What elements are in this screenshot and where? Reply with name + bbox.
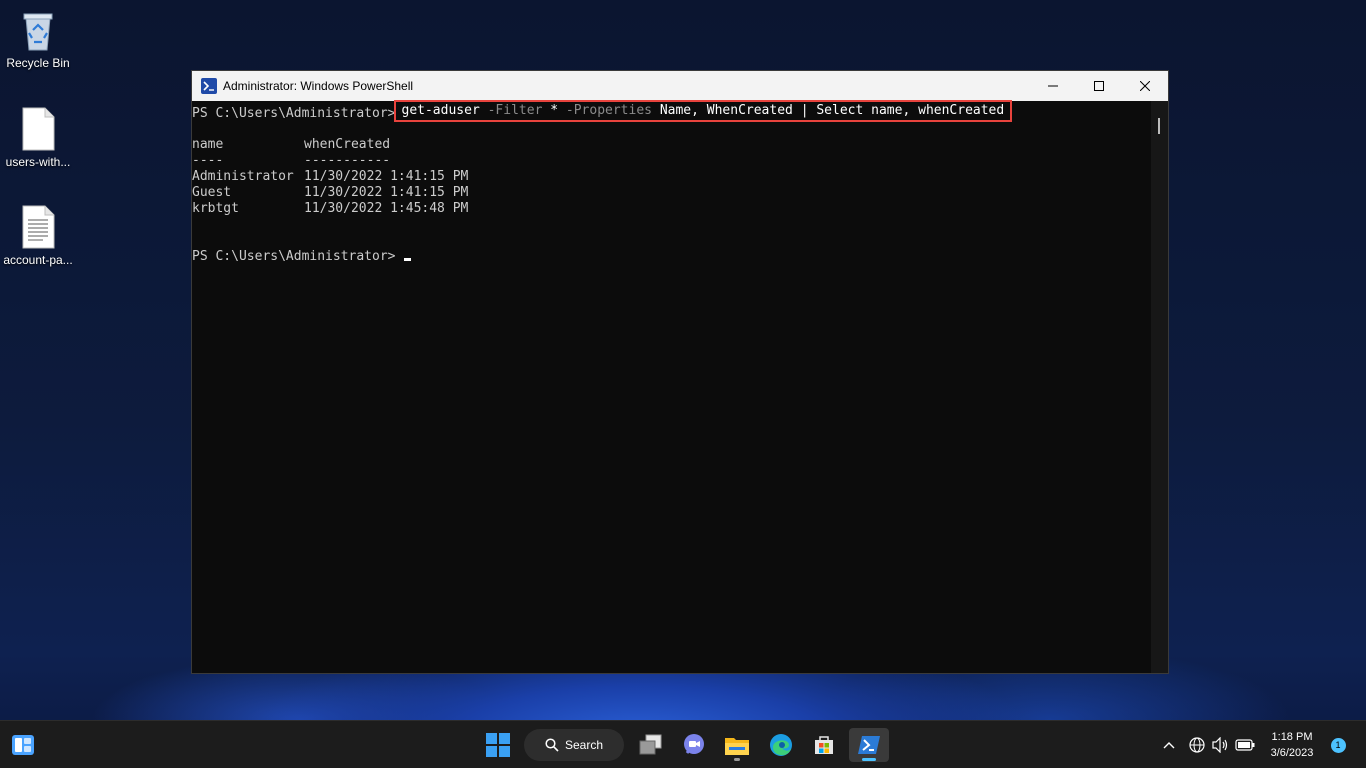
desktop-icon-label: account-pa... — [3, 253, 73, 267]
edge-button[interactable] — [763, 728, 799, 762]
cell-name: krbtgt — [192, 201, 239, 216]
battery-button[interactable] — [1234, 728, 1256, 762]
pipe: | — [800, 103, 809, 118]
desktop-icon-account-file[interactable]: account-pa... — [0, 205, 76, 267]
edge-icon — [770, 734, 792, 756]
console-output[interactable]: PS C:\Users\Administrator> get-aduser -Fi… — [192, 100, 1151, 673]
notification-badge: 1 — [1330, 737, 1346, 753]
desktop-icon-recycle-bin[interactable]: Recycle Bin — [0, 10, 76, 70]
recycle-bin-icon — [20, 10, 56, 52]
maximize-icon — [1094, 81, 1104, 91]
store-icon — [815, 736, 833, 754]
start-icon — [486, 733, 510, 757]
separator-name: ---- — [192, 153, 224, 168]
close-button[interactable] — [1122, 71, 1168, 101]
chevron-up-icon — [1163, 742, 1175, 749]
task-view-button[interactable] — [632, 728, 668, 762]
blank-file-icon — [21, 107, 55, 151]
globe-icon — [1189, 737, 1205, 753]
file-explorer-button[interactable] — [719, 728, 755, 762]
cell-whencreated: 11/30/2022 1:41:15 PM — [304, 169, 469, 184]
window-title: Administrator: Windows PowerShell — [223, 79, 414, 93]
table-row: krbtgt 11/30/2022 1:45:48 PM — [192, 201, 1151, 217]
vertical-scrollbar[interactable] — [1151, 101, 1168, 673]
select-args: name, whenCreated — [871, 103, 1005, 118]
cell-whencreated: 11/30/2022 1:41:15 PM — [304, 185, 469, 200]
cell-name: Administrator — [192, 169, 294, 184]
text-cursor — [404, 258, 412, 261]
cell-name: Guest — [192, 185, 232, 200]
highlighted-command: get-aduser -Filter * -Properties Name, W… — [393, 100, 1013, 122]
minimize-icon — [1048, 85, 1058, 87]
close-icon — [1140, 81, 1150, 91]
header-whencreated: whenCreated — [304, 137, 391, 152]
command-line: PS C:\Users\Administrator> get-aduser -Fi… — [192, 100, 1151, 122]
text-file-icon — [21, 205, 55, 249]
minimize-button[interactable] — [1030, 71, 1076, 101]
start-button[interactable] — [480, 728, 516, 762]
powershell-taskbar-button[interactable] — [849, 728, 889, 762]
battery-icon — [1235, 739, 1255, 751]
active-indicator — [862, 758, 876, 761]
taskbar: Search 1:18 PM 3/6/2023 1 — [0, 720, 1366, 768]
table-separator: ---- ----------- — [192, 153, 1151, 169]
scrollbar-thumb[interactable] — [1158, 118, 1160, 134]
file-explorer-icon — [725, 738, 749, 755]
speaker-icon — [1212, 737, 1228, 753]
select-cmdlet: Select — [816, 103, 864, 118]
separator-whencreated: ----------- — [304, 153, 391, 168]
table-header: name whenCreated — [192, 137, 1151, 153]
prompt: PS C:\Users\Administrator> — [192, 106, 396, 121]
cell-whencreated: 11/30/2022 1:45:48 PM — [304, 201, 469, 216]
title-bar[interactable]: Administrator: Windows PowerShell — [192, 71, 1168, 101]
filter-param: -Filter — [487, 103, 543, 118]
teams-chat-icon — [684, 734, 704, 754]
powershell-window: Administrator: Windows PowerShell PS C:\… — [191, 70, 1169, 674]
cmdlet: get-aduser — [401, 103, 480, 118]
task-view-icon — [639, 734, 662, 755]
chat-button[interactable] — [676, 728, 712, 762]
notification-center-button[interactable]: 1 — [1328, 728, 1348, 762]
prompt: PS C:\Users\Administrator> — [192, 249, 396, 264]
search-label: Search — [564, 738, 604, 752]
show-hidden-icons-button[interactable] — [1160, 728, 1178, 762]
widgets-icon — [12, 735, 34, 755]
taskbar-search[interactable]: Search — [524, 729, 624, 761]
clock[interactable]: 1:18 PM 3/6/2023 — [1262, 728, 1322, 762]
header-name: name — [192, 137, 224, 152]
desktop-icon-label: users-with... — [5, 155, 71, 169]
running-indicator — [734, 758, 740, 761]
volume-button[interactable] — [1210, 728, 1232, 762]
clock-time: 1:18 PM — [1271, 731, 1313, 743]
store-button[interactable] — [806, 728, 842, 762]
powershell-icon — [201, 78, 217, 94]
desktop-icon-users-file[interactable]: users-with... — [0, 107, 76, 169]
powershell-icon — [858, 736, 880, 754]
properties-param: -Properties — [565, 103, 652, 118]
search-icon — [545, 738, 559, 752]
maximize-button[interactable] — [1076, 71, 1122, 101]
network-button[interactable] — [1186, 728, 1208, 762]
table-row: Administrator 11/30/2022 1:41:15 PM — [192, 169, 1151, 185]
filter-value: * — [550, 103, 559, 118]
widgets-button[interactable] — [8, 728, 38, 762]
clock-date: 3/6/2023 — [1270, 747, 1314, 759]
desktop-icon-label: Recycle Bin — [6, 56, 70, 70]
properties-value: Name, WhenCreated — [659, 103, 793, 118]
table-row: Guest 11/30/2022 1:41:15 PM — [192, 185, 1151, 201]
prompt-line: PS C:\Users\Administrator> — [192, 249, 1151, 265]
